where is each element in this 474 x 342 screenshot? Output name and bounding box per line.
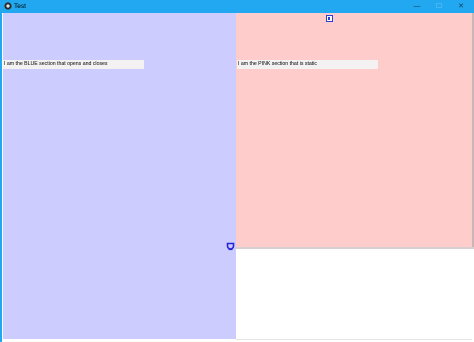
window-title: Test — [14, 3, 26, 10]
title-bar[interactable]: Test — ☐ ✕ — [0, 0, 474, 13]
maximize-icon: ☐ — [435, 3, 443, 10]
pink-section-label: I am the PINK section that is static — [237, 60, 378, 69]
blue-section-label: I am the BLUE section that opens and clo… — [3, 60, 144, 69]
close-button[interactable]: ✕ — [450, 0, 472, 13]
close-icon: ✕ — [458, 3, 464, 10]
collapse-arrow-icon[interactable] — [226, 242, 235, 251]
pink-section-bottom-shadow — [236, 247, 474, 249]
app-logo-icon — [4, 2, 12, 10]
content-bottom-edge — [236, 339, 472, 340]
minimize-button[interactable]: — — [406, 0, 428, 13]
toggle-panel-icon[interactable] — [326, 15, 333, 22]
app-window: Test — ☐ ✕ I am the BLUE section that op… — [0, 0, 474, 342]
minimize-icon: — — [413, 3, 421, 10]
window-left-border — [0, 13, 2, 342]
maximize-button[interactable]: ☐ — [428, 0, 450, 13]
pink-section — [236, 13, 472, 247]
